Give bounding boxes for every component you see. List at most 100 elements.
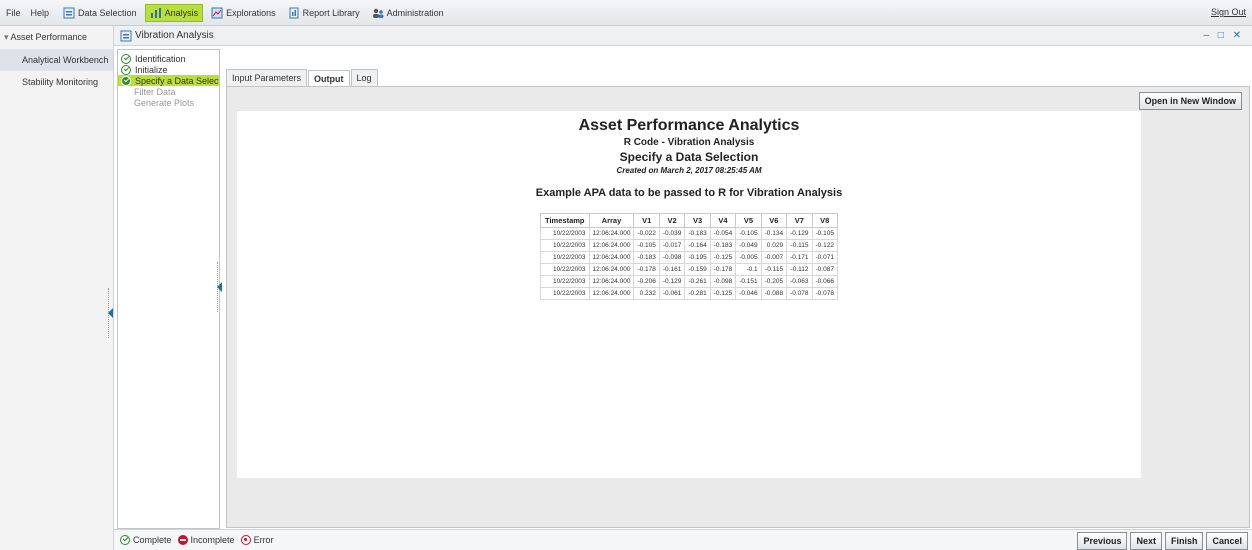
table-cell: 12:06:24.000: [588, 275, 635, 288]
explorations-icon: [211, 7, 223, 18]
table-row: 10/22/2003 12:06:24.000 -0.105 -0.017 -0.164…: [540, 239, 838, 252]
table-row: 10/22/2003 12:06:24.000 -0.022 -0.039 -0.183…: [540, 227, 838, 240]
report-icon: [120, 30, 132, 41]
column-header: Array: [588, 213, 635, 228]
table-cell: 12:06:24.000: [588, 263, 635, 276]
table-row: 10/22/2003 12:06:24.000 0.232 -0.061 -0.281-…: [540, 287, 838, 300]
table-cell: -0.125: [709, 251, 737, 264]
nav-report-library[interactable]: Report Library: [284, 5, 364, 21]
step-specify-data-selection[interactable]: Specify a Data Selectio: [118, 75, 219, 86]
column-header: V7: [786, 213, 813, 228]
step-label: Identification: [135, 53, 186, 64]
table-cell: -0.178: [709, 263, 737, 276]
step-initialize[interactable]: Initialize: [118, 64, 219, 75]
table-cell: -0.164: [684, 239, 711, 252]
column-header: V5: [735, 213, 762, 228]
collapse-left-icon[interactable]: [108, 308, 113, 318]
table-cell: -0.071: [811, 251, 838, 264]
tab-log[interactable]: Log: [350, 69, 378, 86]
sidebar-item-stability-monitoring[interactable]: Stability Monitoring: [0, 71, 113, 93]
column-header: V6: [760, 213, 788, 228]
column-header: Timestamp: [540, 213, 590, 228]
menu-help[interactable]: Help: [31, 8, 50, 18]
previous-button[interactable]: Previous: [1077, 532, 1128, 550]
top-menu-bar: File Help Data Selection Analysis Explor…: [0, 0, 1252, 26]
table-cell: -0.046: [735, 287, 762, 300]
table-row: 10/22/2003 12:06:24.000 -0.178 -0.161 -0.159…: [540, 263, 838, 276]
table-cell: -0.054: [709, 227, 737, 240]
report-created: Created on March 2, 2017 08:25:45 AM: [616, 166, 762, 175]
table-cell: -0.022: [633, 227, 660, 240]
complete-check-icon: [121, 53, 131, 64]
sidebar-item-analytical-workbench[interactable]: Analytical Workbench: [0, 49, 113, 71]
column-header: V8: [811, 213, 838, 228]
table-cell: 12:06:24.000: [588, 239, 635, 252]
column-header: V4: [709, 213, 737, 228]
column-header: V1: [633, 213, 660, 228]
table-cell: -0.159: [684, 263, 711, 276]
wizard-buttons: Previous Next Finish Cancel: [1074, 532, 1248, 550]
nav-explorations[interactable]: Explorations: [207, 5, 280, 21]
table-header-row: Timestamp Array V1 V2 V3 V4 V5 V6 V7 V8: [540, 213, 838, 228]
footer-bar: Complete Incomplete Error Previous Next …: [114, 529, 1252, 550]
nav-analysis-label: Analysis: [164, 7, 199, 18]
sidebar-root[interactable]: ▾ Asset Performance: [0, 26, 113, 49]
sign-out-link[interactable]: Sign Out: [1211, 7, 1246, 17]
cancel-button[interactable]: Cancel: [1206, 532, 1248, 550]
next-button[interactable]: Next: [1130, 532, 1162, 550]
nav-data-selection-label: Data Selection: [78, 7, 137, 18]
step-identification[interactable]: Identification: [118, 53, 219, 64]
main-content: Input Parameters Output Log Open in New …: [222, 49, 1252, 529]
nav-data-selection[interactable]: Data Selection: [59, 5, 141, 21]
table-row: 10/22/2003 12:06:24.000 -0.206 -0.129 -0.261…: [540, 275, 838, 288]
table-cell: 10/22/2003: [540, 263, 590, 276]
tab-input-parameters[interactable]: Input Parameters: [226, 69, 308, 86]
table-cell: 10/22/2003: [540, 239, 590, 252]
table-cell: -0.183: [709, 239, 737, 252]
table-row: 10/22/2003 12:06:24.000 -0.183 -0.098 -0.195…: [540, 251, 838, 264]
nav-analysis[interactable]: Analysis: [144, 3, 204, 22]
step-label: Specify a Data Selectio: [135, 75, 219, 86]
table-cell: -0.129: [786, 227, 813, 240]
table-cell: 0.232: [633, 287, 660, 300]
legend-complete: Complete: [133, 535, 172, 545]
report-subtitle: R Code - Vibration Analysis: [623, 137, 755, 148]
table-cell: -0.105: [811, 227, 838, 240]
status-legend: Complete Incomplete Error: [120, 535, 274, 545]
table-cell: -0.122: [811, 239, 838, 252]
table-cell: -0.183: [684, 227, 711, 240]
table-cell: 12:06:24.000: [588, 287, 635, 300]
administration-icon: [372, 8, 384, 18]
column-header: V3: [684, 213, 711, 228]
menu-file[interactable]: File: [6, 8, 21, 18]
legend-incomplete: Incomplete: [190, 535, 235, 545]
tab-bar: Input Parameters Output Log: [226, 69, 379, 87]
table-cell: -0.066: [811, 275, 838, 288]
nav-administration[interactable]: Administration: [368, 5, 448, 21]
report-section: Specify a Data Selection: [619, 150, 759, 164]
table-cell: -0.183: [633, 251, 660, 264]
analysis-icon: [150, 7, 161, 18]
table-body: 10/22/2003 12:06:24.000 -0.022 -0.039 -0.183…: [540, 227, 838, 300]
data-selection-icon: [63, 7, 75, 18]
table-cell: -0.098: [658, 251, 686, 264]
table-cell: -0.017: [658, 239, 686, 252]
finish-button[interactable]: Finish: [1164, 532, 1204, 550]
table-cell: -0.195: [684, 251, 711, 264]
nav-administration-label: Administration: [386, 7, 444, 18]
step-filter-data: Filter Data: [134, 86, 176, 97]
table-cell: -0.105: [735, 227, 762, 240]
complete-check-icon: [121, 64, 131, 75]
complete-check-icon: [120, 535, 130, 545]
tab-output[interactable]: Output: [308, 70, 350, 87]
window-controls[interactable]: – □ ✕: [1203, 30, 1244, 41]
table-cell: -0.049: [735, 239, 762, 252]
data-table: Timestamp Array V1 V2 V3 V4 V5 V6 V7 V8 10/22/200…: [540, 213, 838, 300]
table-cell: -0.098: [709, 275, 737, 288]
nav-report-library-label: Report Library: [302, 7, 360, 18]
table-cell: -0.039: [658, 227, 686, 240]
table-cell: -0.151: [735, 275, 762, 288]
table-cell: 10/22/2003: [540, 275, 590, 288]
workflow-steps: Identification Initialize Specify a Data…: [117, 49, 220, 529]
open-in-new-window-button[interactable]: Open in New Window: [1138, 92, 1242, 110]
